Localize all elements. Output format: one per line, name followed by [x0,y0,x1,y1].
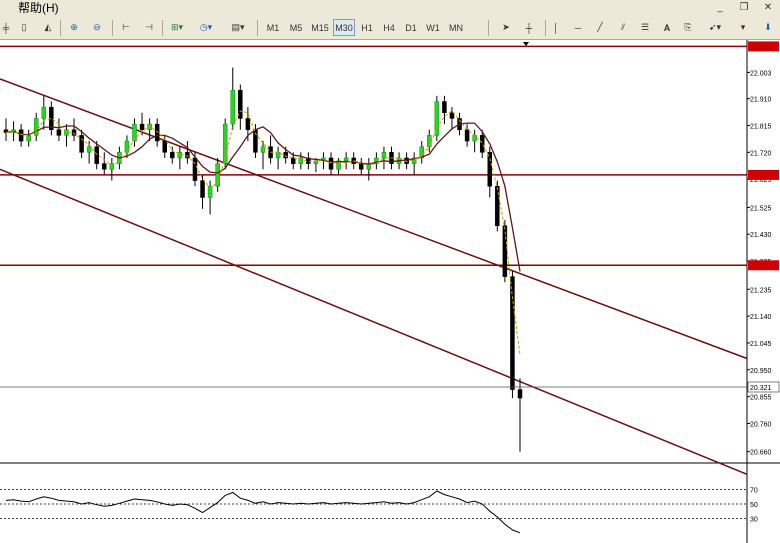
chart-background [0,40,780,543]
bull-candle [26,135,31,142]
bear-candle [517,389,523,399]
crosshair-price-label: 20.321 [750,385,772,392]
cursor-icon[interactable]: ➤ [497,19,515,36]
download-icon[interactable]: ⬇ [760,19,776,36]
bull-candle [260,146,266,153]
bull-candle [298,157,304,164]
bear-candle [449,112,455,119]
price-tick-label: 21.235 [750,287,772,294]
bear-candle [283,152,288,159]
price-tick-label: 21.045 [750,341,772,348]
bull-candle [381,152,387,159]
bear-candle [170,152,175,159]
price-tick-label: 21.430 [750,232,772,239]
bear-candle [139,123,145,130]
bear-candle [479,135,485,153]
timeframe-m15[interactable]: M15 [309,19,331,36]
indicator-level-label: 30 [750,516,758,523]
price-tick-label: 22.003 [750,70,772,77]
bear-candle [18,129,24,142]
trendline-icon[interactable]: ╱ [592,19,608,36]
indicators-icon[interactable]: ⊞▾ [166,19,188,36]
label-tool-icon[interactable]: ⎘ [680,19,696,36]
horizontal-line-price-marker [748,41,779,52]
bull-candle [275,152,281,159]
price-tick-label: 20.855 [750,395,772,402]
timeframe-m5[interactable]: M5 [285,19,307,36]
price-tick-label: 20.760 [750,421,772,428]
price-tick-label: 21.720 [750,150,772,157]
bear-candle [102,163,107,170]
dropdown-icon[interactable]: ▾ [736,19,750,36]
timeframe-m1[interactable]: M1 [263,19,283,36]
close-icon[interactable]: ✕ [756,0,780,16]
bear-candle [245,118,251,130]
bull-candle [124,140,130,153]
horizontal-line-price-marker [748,169,779,180]
bear-candle [487,152,493,187]
bear-candle [359,163,364,170]
indicator-level-label: 70 [750,488,758,495]
bull-candle [472,135,477,142]
bear-candle [185,152,190,159]
bull-candle [427,135,432,147]
price-tick-label: 21.815 [750,123,772,130]
bar-chart-icon[interactable]: ╪ [0,19,12,36]
toolbar: ╪ ▯ ◭ ⊕ ⊖ ⊢ ⊣ ⊞▾ ◷▾ ▤▾ ➤ ┼ │ ─ ╱ ⫽ ☰ A ⎘… [0,16,780,40]
bear-candle [192,157,198,181]
periods-icon[interactable]: ◷▾ [195,19,217,36]
vertical-line-icon[interactable]: │ [550,19,562,36]
bear-candle [328,157,334,170]
text-tool-icon[interactable]: A [660,19,674,36]
bear-candle [442,101,447,114]
templates-icon[interactable]: ▤▾ [226,19,250,36]
auto-scroll-icon[interactable]: ⊣ [140,19,158,36]
bear-candle [200,180,205,198]
minimize-icon[interactable]: _ [708,0,732,16]
zoom-in-icon[interactable]: ⊕ [65,19,83,36]
indicator-level-label: 50 [750,502,758,509]
timeframe-mn[interactable]: MN [445,19,467,36]
channel-icon[interactable]: ⫽ [614,19,632,36]
bear-candle [71,129,77,136]
bear-candle [79,135,84,153]
horizontal-line-icon[interactable]: ─ [570,19,586,36]
restore-icon[interactable]: ❐ [732,0,756,16]
window-controls: _ ❐ ✕ [708,0,780,16]
candlestick-icon[interactable]: ▯ [16,19,32,36]
price-tick-label: 21.140 [750,314,772,321]
price-tick-label: 21.910 [750,97,772,104]
bull-candle [343,157,349,162]
crosshair-icon[interactable]: ┼ [520,19,538,36]
bull-candle [41,106,47,119]
bear-candle [94,146,99,164]
timeframe-h1[interactable]: H1 [357,19,377,36]
horizontal-line-price-marker [748,260,779,271]
chart-window[interactable]: 22.00321.91021.81521.72021.62521.52521.4… [0,40,780,543]
price-tick-label: 21.525 [750,205,772,212]
line-chart-icon[interactable]: ◭ [40,19,56,36]
bull-candle [86,146,92,153]
arrows-icon[interactable]: ➹▾ [702,19,728,36]
chart-shift-icon[interactable]: ⊢ [117,19,135,36]
bear-candle [464,129,470,142]
bear-candle [162,140,167,153]
fibonacci-icon[interactable]: ☰ [636,19,654,36]
bull-candle [230,89,236,125]
zoom-out-icon[interactable]: ⊖ [88,19,106,36]
menu-bar: 帮助(H) _ ❐ ✕ [0,0,780,16]
bear-candle [56,129,62,136]
bear-candle [495,185,500,227]
timeframe-m30[interactable]: M30 [333,19,355,36]
timeframe-w1[interactable]: W1 [423,19,443,36]
timeframe-h4[interactable]: H4 [379,19,399,36]
help-menu[interactable]: 帮助(H) [18,0,59,16]
price-tick-label: 20.950 [750,368,772,375]
timeframe-d1[interactable]: D1 [401,19,421,36]
price-tick-label: 20.660 [750,450,772,457]
